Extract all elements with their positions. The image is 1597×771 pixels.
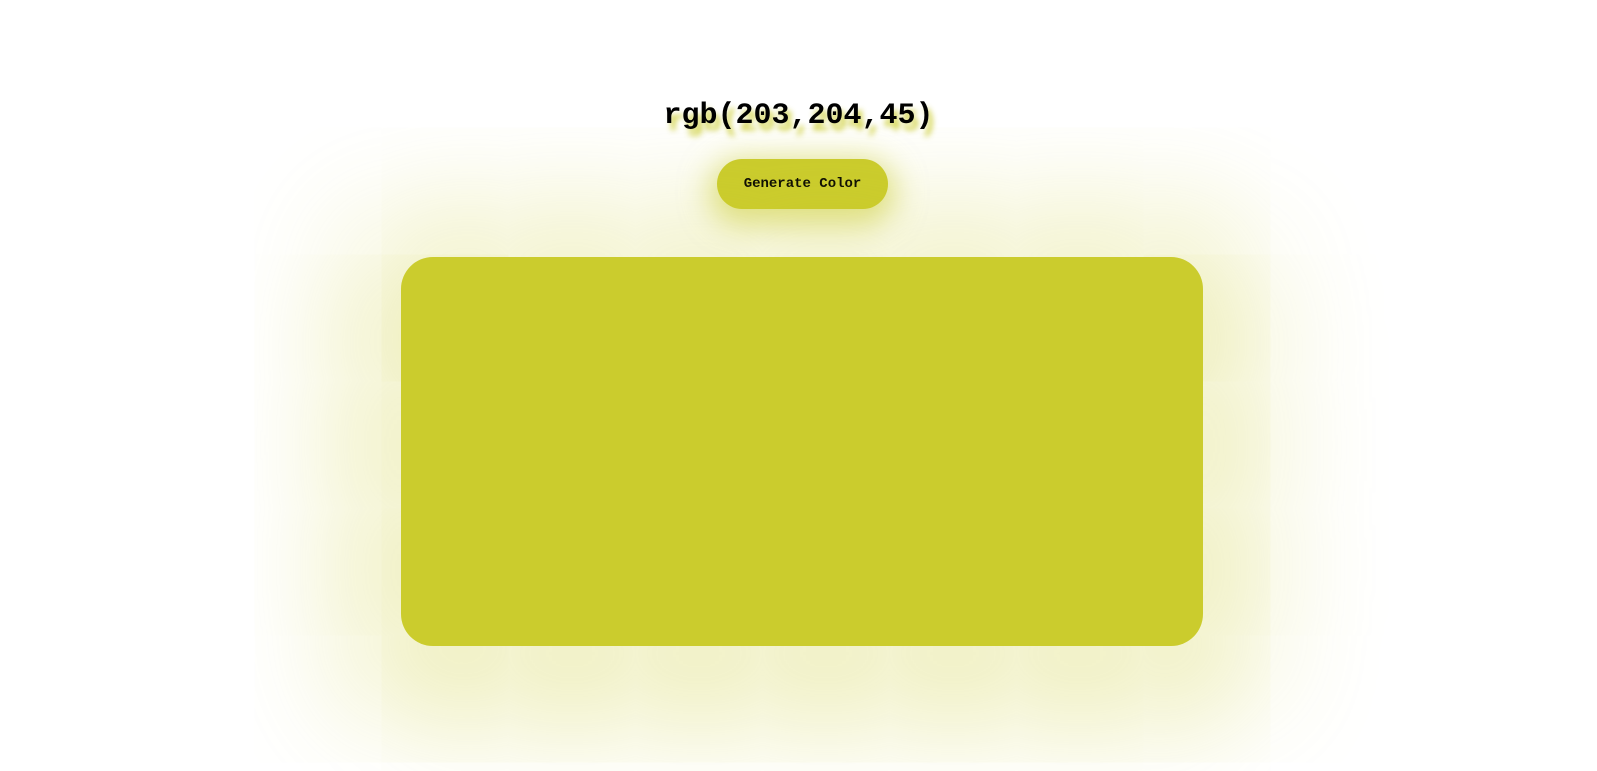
color-swatch-panel	[401, 257, 1203, 646]
generate-color-button[interactable]: Generate Color	[717, 159, 888, 209]
color-value-heading: rgb(203,204,45)	[663, 99, 934, 133]
